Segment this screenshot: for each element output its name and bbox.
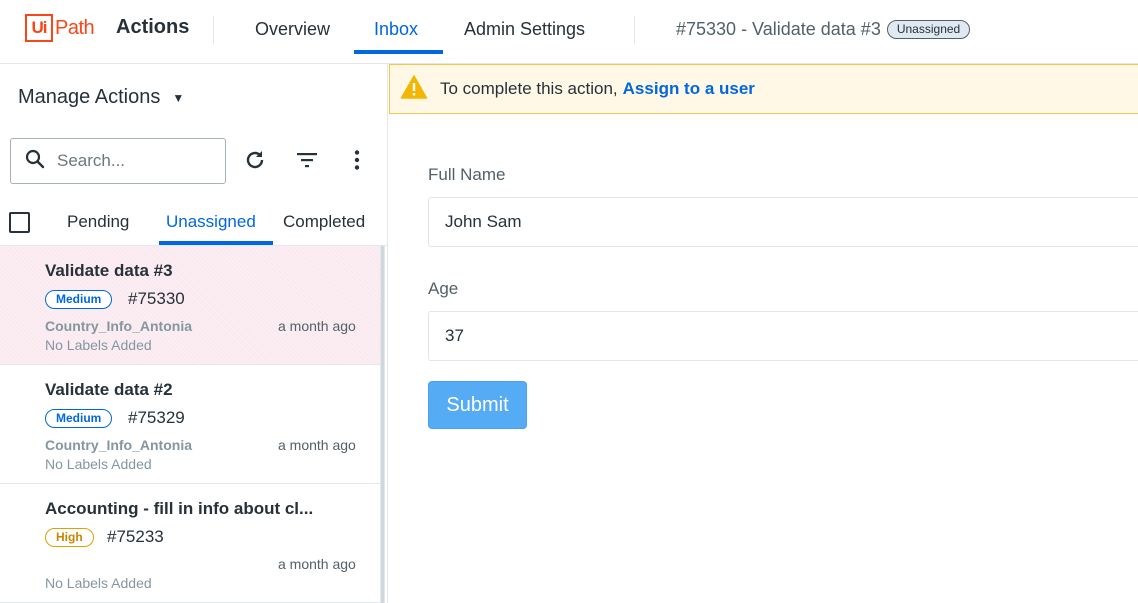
full-name-field[interactable]	[428, 197, 1138, 247]
labels-text: No Labels Added	[45, 456, 152, 472]
action-id: #75330	[128, 289, 185, 308]
top-header: Ui Path Actions Overview Inbox Admin Set…	[0, 0, 1138, 64]
submit-button[interactable]: Submit	[428, 381, 527, 429]
timestamp: a month ago	[278, 437, 356, 453]
assign-warning-banner: To complete this action, Assign to a use…	[389, 64, 1138, 114]
timestamp: a month ago	[278, 318, 356, 334]
warning-icon	[400, 74, 428, 105]
refresh-icon[interactable]	[243, 148, 267, 172]
labels-text: No Labels Added	[45, 337, 152, 353]
search-icon	[25, 149, 45, 174]
nav-tab-admin-settings[interactable]: Admin Settings	[464, 19, 585, 55]
action-title: Accounting - fill in info about cl...	[45, 499, 314, 518]
status-badge: Unassigned	[886, 20, 971, 39]
app-title: Actions	[116, 16, 190, 38]
process-name: Country_Info_Antonia	[45, 437, 192, 453]
more-options-icon[interactable]	[345, 148, 369, 172]
action-id: #75329	[128, 408, 185, 427]
logo-ui-mark: Ui	[25, 14, 53, 42]
header-divider	[634, 16, 635, 44]
full-name-label: Full Name	[428, 165, 506, 184]
age-field[interactable]	[428, 311, 1138, 361]
age-label: Age	[428, 279, 459, 298]
manage-actions-dropdown[interactable]: Manage Actions ▼	[18, 86, 184, 109]
manage-actions-label: Manage Actions	[18, 86, 161, 108]
breadcrumb-title: #75330 - Validate data #3	[676, 19, 881, 39]
filter-icon[interactable]	[295, 148, 319, 172]
search-input[interactable]	[57, 151, 207, 171]
search-box[interactable]	[10, 138, 226, 184]
list-item[interactable]: Accounting - fill in info about cl... Hi…	[0, 484, 380, 603]
tab-completed[interactable]: Completed	[283, 212, 365, 232]
nav-active-indicator	[354, 50, 443, 54]
nav-tab-overview[interactable]: Overview	[255, 19, 330, 55]
action-title: Validate data #2	[45, 380, 173, 399]
logo-path-text: Path	[55, 16, 95, 39]
breadcrumb: #75330 - Validate data #3 Unassigned	[676, 19, 971, 40]
action-list: Validate data #3 Medium #75330 Country_I…	[0, 246, 380, 603]
list-item[interactable]: Validate data #3 Medium #75330 Country_I…	[0, 246, 380, 365]
caret-down-icon: ▼	[172, 90, 185, 105]
tab-pending[interactable]: Pending	[67, 212, 129, 232]
header-divider	[213, 16, 214, 44]
assign-to-user-link[interactable]: Assign to a user	[623, 79, 755, 99]
labels-text: No Labels Added	[45, 575, 152, 591]
action-id: #75233	[107, 527, 164, 546]
process-name: Country_Info_Antonia	[45, 318, 192, 334]
select-all-checkbox[interactable]	[9, 212, 30, 233]
priority-badge: Medium	[45, 290, 113, 309]
tab-unassigned[interactable]: Unassigned	[166, 212, 256, 232]
timestamp: a month ago	[278, 556, 356, 572]
priority-badge: High	[45, 528, 94, 547]
priority-badge: Medium	[45, 409, 113, 428]
banner-text: To complete this action,	[440, 79, 618, 98]
list-scrollbar-thumb[interactable]	[381, 246, 384, 603]
uipath-logo[interactable]: Ui Path	[25, 14, 95, 42]
action-title: Validate data #3	[45, 261, 173, 280]
list-item[interactable]: Validate data #2 Medium #75329 Country_I…	[0, 365, 380, 484]
